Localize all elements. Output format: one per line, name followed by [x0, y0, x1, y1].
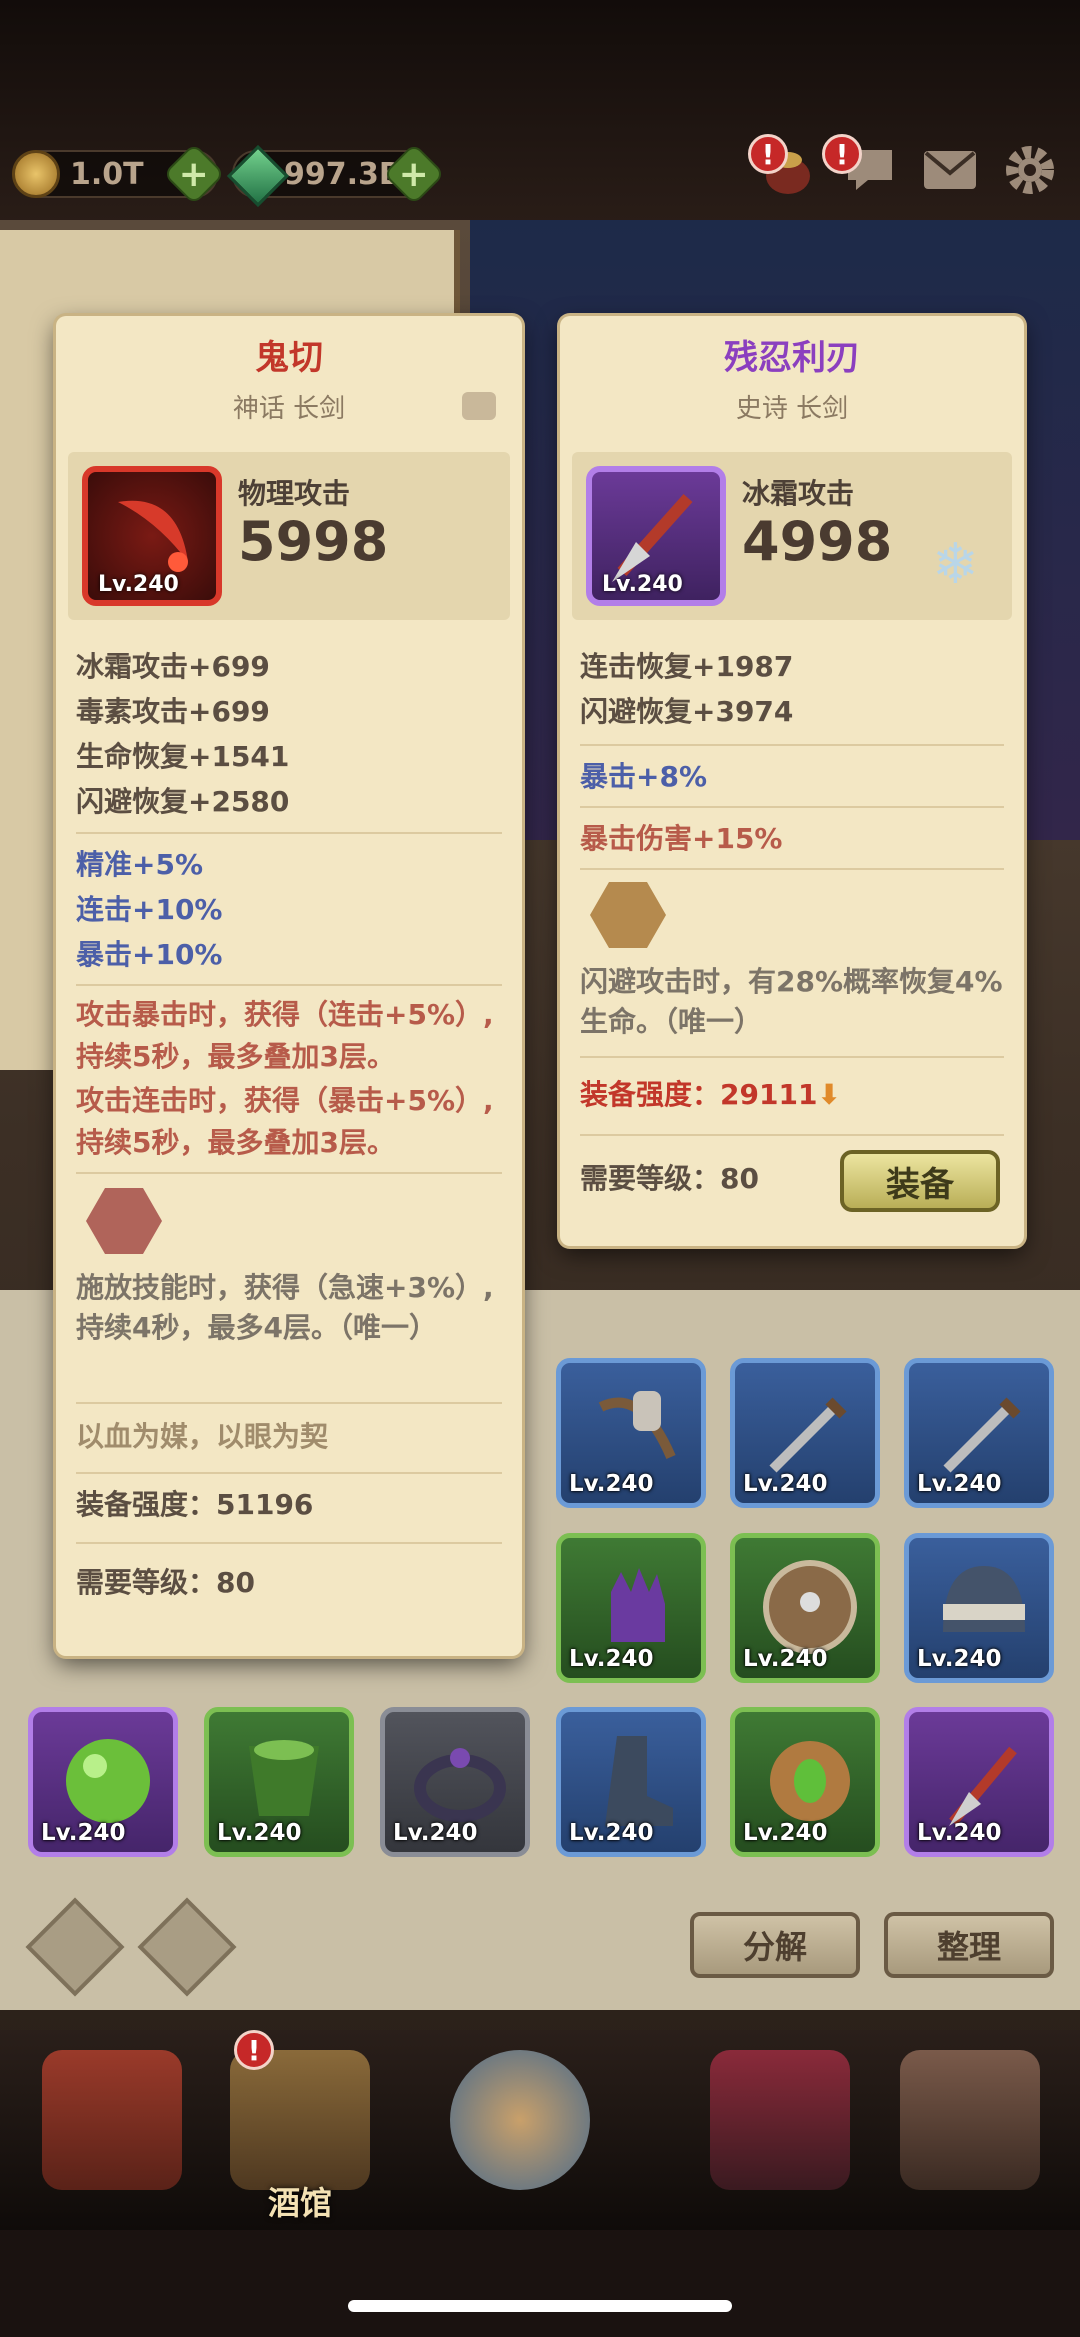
stat-line: 闪避恢复+3974	[580, 695, 794, 728]
chat-alert-badge: !	[822, 134, 862, 174]
gem-socket-icon	[86, 1188, 162, 1254]
nav-heroes[interactable]	[690, 2040, 870, 2210]
divider	[580, 1056, 1004, 1058]
stat-line: 暴击+8%	[580, 760, 707, 793]
inventory-slot[interactable]: Lv.240	[556, 1533, 706, 1683]
top-bar	[0, 0, 1080, 240]
beer-mug-icon	[230, 2050, 370, 2190]
nav-tavern-label: 酒馆	[267, 2184, 332, 2222]
inventory-slot[interactable]: Lv.240	[556, 1358, 706, 1508]
base-stats: 冰霜攻击+699 毒素攻击+699 生命恢复+1541 闪避恢复+2580	[76, 644, 506, 824]
item-rarity-type: 神话 长剑	[232, 394, 346, 424]
gem-socket-icon	[590, 882, 666, 948]
inventory-slot[interactable]: Lv.240	[380, 1707, 530, 1857]
power-decrease-arrow-icon: ⬇	[817, 1078, 841, 1111]
divider	[76, 1472, 502, 1474]
item-name: 残忍利刃	[724, 338, 860, 378]
divider	[76, 1402, 502, 1404]
required-level: 需要等级：80	[76, 1566, 255, 1599]
stat-line: 暴击+10%	[76, 938, 223, 971]
item-icon: Lv.240	[586, 466, 726, 606]
skill-text: 施放技能时，获得（急速+3%）, 持续4秒，最多4层。（唯一）	[76, 1271, 494, 1344]
inventory-slot[interactable]: Lv.240	[556, 1707, 706, 1857]
sort-button[interactable]: 整理	[884, 1912, 1054, 1978]
decompose-button[interactable]: 分解	[690, 1912, 860, 1978]
main-stat-value: 5998	[238, 510, 389, 573]
stat-line: 连击恢复+1987	[580, 650, 794, 683]
nav-home[interactable]	[22, 2040, 202, 2210]
stat-line: 暴击伤害+15%	[580, 822, 783, 855]
effect-text: 攻击暴击时，获得（连击+5%）, 持续5秒，最多叠加3层。	[76, 998, 494, 1073]
item-level: Lv.240	[602, 572, 683, 597]
home-indicator	[348, 2300, 732, 2312]
main-stat-value: 4998	[742, 510, 893, 573]
lock-icon[interactable]	[462, 392, 496, 420]
inventory-slot[interactable]: Lv.240	[904, 1358, 1054, 1508]
inventory-slot[interactable]: Lv.240	[204, 1707, 354, 1857]
bonus-stats: 精准+5% 连击+10% 暴击+10%	[76, 842, 506, 977]
gold-amount: 1.0T	[70, 156, 144, 192]
divider	[76, 1172, 502, 1174]
stat-line: 冰霜攻击+699	[76, 650, 270, 683]
power-value: 29111	[720, 1078, 818, 1111]
item-tooltip-equipped: 鬼切 神话 长剑 Lv.240 物理攻击 5998 冰霜攻击+699 毒素攻击+…	[56, 316, 522, 1656]
divider	[76, 832, 502, 834]
nav-forge[interactable]	[880, 2040, 1060, 2210]
inventory-slot[interactable]: Lv.240	[904, 1533, 1054, 1683]
main-stat-box: Lv.240 冰霜攻击 4998 ❄	[572, 452, 1012, 620]
stat-line: 闪避恢复+2580	[76, 785, 290, 818]
divider	[580, 868, 1004, 870]
stat-line: 毒素攻击+699	[76, 695, 270, 728]
effect-text: 攻击连击时，获得（暴击+5%）, 持续5秒，最多叠加3层。	[76, 1084, 494, 1159]
nav-adventure[interactable]	[430, 2040, 610, 2210]
gold-coin-icon	[12, 150, 60, 198]
divider	[76, 984, 502, 986]
main-stat-name: 物理攻击	[238, 477, 351, 510]
settings-gear-icon[interactable]	[1000, 140, 1060, 200]
inventory-slot[interactable]: Lv.240	[730, 1358, 880, 1508]
item-name: 鬼切	[255, 338, 323, 378]
equip-button[interactable]: 装备	[840, 1150, 1000, 1212]
base-stats: 连击恢复+1987 闪避恢复+3974	[580, 644, 1010, 734]
main-stat-name: 冰霜攻击	[742, 477, 855, 510]
helmet-emblem-icon	[710, 2050, 850, 2190]
required-level: 需要等级：80	[580, 1162, 759, 1195]
inventory-slot[interactable]: Lv.240	[730, 1707, 880, 1857]
item-level: Lv.240	[98, 572, 179, 597]
gem-amount: 997.3B	[284, 156, 402, 192]
main-stat-box: Lv.240 物理攻击 5998	[68, 452, 510, 620]
power-rating: 装备强度：29111⬇	[580, 1072, 841, 1117]
anvil-icon	[900, 2050, 1040, 2190]
divider	[580, 744, 1004, 746]
snowflake-icon: ❄	[932, 532, 979, 597]
skill-text: 闪避攻击时，有28%概率恢复4%生命。（唯一）	[580, 965, 1003, 1038]
stat-line: 精准+5%	[76, 848, 203, 881]
power-label: 装备强度：	[580, 1078, 721, 1111]
house-icon	[42, 2050, 182, 2190]
item-rarity-type: 史诗 长剑	[735, 394, 849, 424]
divider	[76, 1542, 502, 1544]
stat-line: 生命恢复+1541	[76, 740, 290, 773]
inventory-slot[interactable]: Lv.240	[28, 1707, 178, 1857]
divider	[580, 1134, 1004, 1136]
tavern-alert-badge: !	[234, 2030, 274, 2070]
event-alert-badge: !	[748, 134, 788, 174]
stat-line: 连击+10%	[76, 893, 223, 926]
item-tooltip-candidate: 残忍利刃 史诗 长剑 Lv.240 冰霜攻击 4998 ❄ 连击恢复+1987 …	[560, 316, 1024, 1246]
mail-icon[interactable]	[920, 140, 980, 200]
inventory-slot[interactable]: Lv.240	[730, 1533, 880, 1683]
item-icon: Lv.240	[82, 466, 222, 606]
flavor-text: 以血为媒，以眼为契	[76, 1420, 329, 1453]
portal-icon	[450, 2050, 590, 2190]
divider	[580, 806, 1004, 808]
nav-tavern[interactable]: 酒馆	[210, 2040, 390, 2222]
power-rating: 装备强度：51196	[76, 1488, 314, 1521]
inventory-slot[interactable]: Lv.240	[904, 1707, 1054, 1857]
